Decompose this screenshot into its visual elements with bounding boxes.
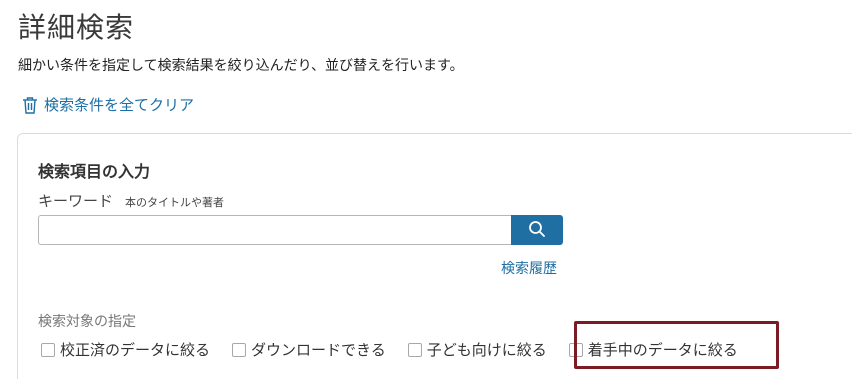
search-items-heading: 検索項目の入力: [38, 162, 151, 181]
option-label: 子ども向けに絞る: [426, 341, 547, 359]
option-label: ダウンロードできる: [251, 341, 386, 359]
search-target-options: 校正済のデータに絞る ダウンロードできる 子ども向けに絞る 着手中のデータに絞る: [41, 339, 760, 360]
option-proofread[interactable]: 校正済のデータに絞る: [41, 339, 210, 360]
clear-all-conditions-link[interactable]: 検索条件を全てクリア: [22, 94, 194, 115]
search-history-link[interactable]: 検索履歴: [501, 258, 557, 278]
keyword-label-text: キーワード: [38, 192, 114, 210]
search-icon: [528, 220, 546, 241]
keyword-label: キーワード 本のタイトルや著者: [38, 190, 224, 211]
advanced-search-page: 詳細検索 細かい条件を指定して検索結果を絞り込んだり、並び替えを行います。 検索…: [0, 0, 852, 379]
search-button[interactable]: [511, 215, 563, 245]
checkbox[interactable]: [568, 342, 583, 357]
clear-all-conditions-label: 検索条件を全てクリア: [44, 96, 195, 114]
trash-icon: [22, 96, 38, 114]
option-downloadable[interactable]: ダウンロードできる: [232, 339, 386, 360]
option-for-children[interactable]: 子ども向けに絞る: [407, 339, 547, 360]
keyword-hint: 本のタイトルや著者: [125, 196, 225, 209]
checkbox[interactable]: [407, 342, 422, 357]
option-in-progress[interactable]: 着手中のデータに絞る: [568, 339, 738, 360]
keyword-input[interactable]: [38, 215, 512, 245]
option-label: 着手中のデータに絞る: [587, 341, 738, 359]
checkbox[interactable]: [232, 342, 247, 357]
page-description: 細かい条件を指定して検索結果を絞り込んだり、並び替えを行います。: [18, 58, 464, 74]
page-title: 詳細検索: [18, 11, 135, 44]
checkbox[interactable]: [41, 342, 55, 357]
search-target-label: 検索対象の指定: [38, 314, 136, 330]
option-label: 校正済のデータに絞る: [60, 341, 211, 359]
